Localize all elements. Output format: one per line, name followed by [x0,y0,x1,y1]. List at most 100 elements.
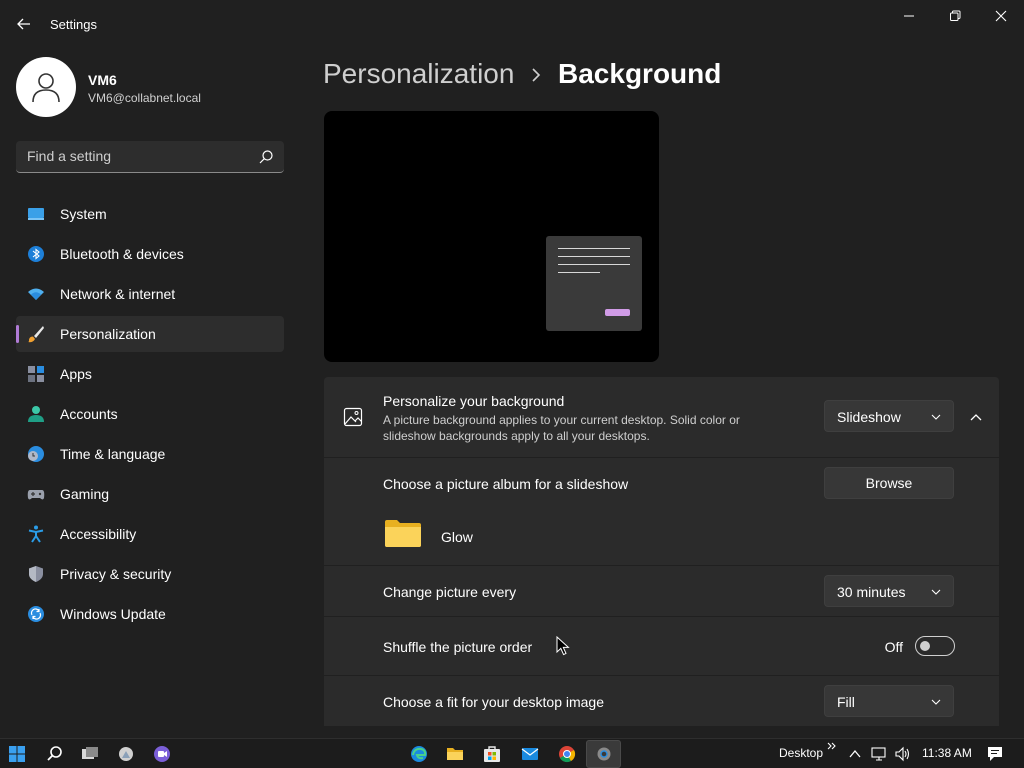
gamepad-icon [27,490,45,500]
wifi-icon [28,288,44,300]
sidebar-item-system[interactable]: System [16,196,284,232]
preview-button [605,309,630,316]
search-input[interactable] [16,141,251,171]
preview-window [546,236,642,331]
dropdown-value: Fill [837,694,855,710]
file-explorer-icon[interactable] [446,745,464,763]
browse-button[interactable]: Browse [824,467,954,499]
personalize-background-card: Personalize your background A picture ba… [324,377,999,457]
taskbar: Desktop 11:38 AM [0,738,1024,768]
preview-line [558,248,630,249]
store-icon[interactable] [483,745,501,763]
sidebar-item-accessibility[interactable]: Accessibility [16,516,284,552]
picture-icon [343,407,363,427]
avatar[interactable] [16,57,76,117]
sidebar-item-label: Personalization [60,326,156,342]
user-name: VM6 [88,72,117,88]
close-icon [995,10,1007,22]
chevron-up-icon[interactable] [848,747,862,761]
minimize-button[interactable] [886,0,932,32]
sidebar-item-privacy[interactable]: Privacy & security [16,556,284,592]
shuffle-card: Shuffle the picture order Off [324,617,999,675]
sidebar-item-label: Network & internet [60,286,176,302]
sidebar-item-label: System [60,206,107,222]
change-picture-label: Change picture every [383,584,517,600]
volume-icon[interactable] [895,746,911,762]
shuffle-label: Shuffle the picture order [383,639,533,655]
desktop-label[interactable]: Desktop [779,746,823,760]
shuffle-state: Off [884,639,903,655]
taskbar-settings-button[interactable] [586,740,621,768]
change-picture-card: Change picture every 30 minutes [324,566,999,616]
widgets-icon[interactable] [117,745,135,763]
shuffle-toggle[interactable] [915,636,955,656]
sidebar-item-windows-update[interactable]: Windows Update [16,596,284,632]
windows-start-icon[interactable] [8,745,26,763]
user-icon [32,73,60,103]
user-email: VM6@collabnet.local [88,91,201,105]
search-icon[interactable] [46,745,64,763]
sidebar-item-label: Accounts [60,406,118,422]
accessibility-icon [28,525,44,543]
back-arrow-icon[interactable] [14,14,34,34]
minimize-icon [904,15,914,17]
fit-dropdown[interactable]: Fill [824,685,954,717]
chat-icon[interactable] [153,745,171,763]
preview-line [558,272,600,273]
restore-button[interactable] [932,0,978,32]
chrome-browser-icon[interactable] [558,745,576,763]
app-title: Settings [50,17,97,32]
sidebar-item-label: Privacy & security [60,566,172,582]
page-title: Background [558,58,722,89]
sidebar-item-label: Gaming [60,486,110,502]
sidebar-item-gaming[interactable]: Gaming [16,476,284,512]
breadcrumb-parent[interactable]: Personalization [323,58,514,90]
clock-time[interactable]: 11:38 AM [922,746,972,760]
album-label: Choose a picture album for a slideshow [383,476,629,492]
sidebar-item-personalization[interactable]: Personalization [16,316,284,352]
sidebar-item-label: Apps [60,366,92,382]
sidebar-item-label: Bluetooth & devices [60,246,184,262]
sidebar-item-network[interactable]: Network & internet [16,276,284,312]
bluetooth-icon [28,246,44,262]
preview-line [558,264,630,265]
chevron-right-icon [532,68,541,82]
toggle-knob [920,641,930,651]
sidebar-item-bluetooth[interactable]: Bluetooth & devices [16,236,284,272]
fit-label: Choose a fit for your desktop image [383,694,605,710]
dropdown-value: Slideshow [837,409,901,425]
search-box [16,141,284,173]
chevron-double-right-icon[interactable] [826,741,838,753]
close-button[interactable] [978,0,1024,32]
accounts-icon [28,406,44,422]
fit-card: Choose a fit for your desktop image Fill [324,676,999,726]
album-folder-name[interactable]: Glow [441,529,473,545]
brush-icon [28,326,44,343]
apps-icon [28,366,44,382]
chevron-down-icon [931,589,941,595]
dropdown-value: 30 minutes [837,584,906,600]
sidebar-item-accounts[interactable]: Accounts [16,396,284,432]
update-icon [28,606,44,622]
chevron-down-icon [931,699,941,705]
personalize-description: A picture background applies to your cur… [383,413,740,443]
task-view-icon[interactable] [81,745,99,763]
network-icon[interactable] [871,746,887,762]
search-icon[interactable] [258,149,274,165]
chevron-up-icon[interactable] [969,410,983,424]
preview-line [558,256,630,257]
mail-icon[interactable] [521,745,539,763]
sidebar-item-label: Accessibility [60,526,137,542]
restore-icon [950,10,961,21]
sidebar-item-time-language[interactable]: Time & language [16,436,284,472]
sidebar-item-label: Windows Update [60,606,166,622]
sidebar-item-label: Time & language [60,446,166,462]
settings-gear-icon [597,747,611,761]
sidebar-item-apps[interactable]: Apps [16,356,284,392]
edge-browser-icon[interactable] [410,745,428,763]
system-icon [28,208,44,220]
change-interval-dropdown[interactable]: 30 minutes [824,575,954,607]
notifications-icon[interactable] [987,746,1003,762]
background-type-dropdown[interactable]: Slideshow [824,400,954,432]
personalize-title: Personalize your background [383,393,565,409]
